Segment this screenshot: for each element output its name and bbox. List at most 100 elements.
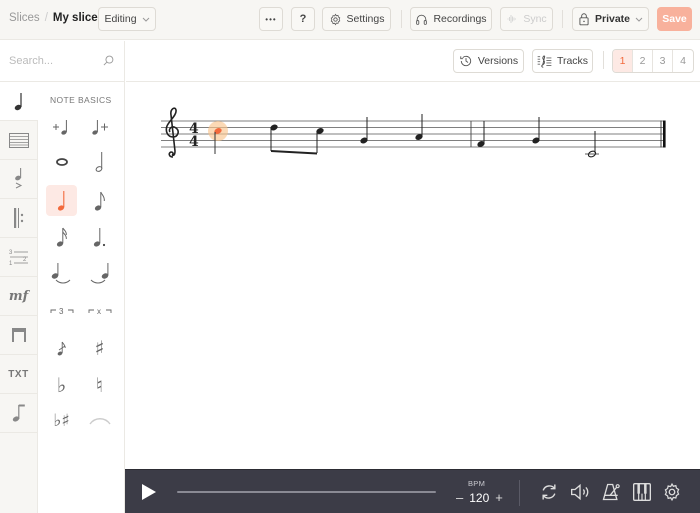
score-staff[interactable]: 4 4 [126,82,700,469]
palette-search[interactable]: Search... [0,41,125,82]
natural-icon: ♮ [95,372,104,397]
top-bar: Slices / My slice Editing ••• ? Settings… [0,0,700,40]
category-repeats[interactable] [0,199,37,238]
svg-text:3: 3 [9,250,13,256]
versions-button[interactable]: Versions [453,49,524,73]
palette-whole-note[interactable] [46,146,77,177]
flag-note-icon [12,404,25,422]
page-2-button[interactable]: 2 [633,50,653,72]
time-signature-icon: 3 2 1 [9,250,28,266]
piano-keyboard-icon[interactable] [632,482,652,502]
palette-eighth-note[interactable] [84,185,115,216]
palette-tuplet[interactable]: x [84,295,115,326]
bpm-increase-button[interactable]: + [495,490,503,505]
recordings-button[interactable]: Recordings [410,7,492,31]
staff-lines [161,120,665,148]
palette-tie-left[interactable] [46,257,77,288]
privacy-label: Private [594,13,631,25]
category-dynamics[interactable]: mf [0,277,37,316]
search-icon [103,55,114,66]
palette-sixteenth-note[interactable] [46,221,77,252]
loop-icon[interactable] [539,482,559,502]
category-text[interactable]: TXT [0,355,37,394]
breadcrumb-slices-link[interactable]: Slices [9,12,40,24]
lock-icon [579,13,589,26]
category-staff[interactable] [0,121,37,160]
triplet-icon: 3 [50,307,73,316]
palette-flat-sharp[interactable]: ♭♯ [46,405,77,436]
settings-label: Settings [346,13,385,25]
svg-text:4: 4 [189,134,199,150]
palette-grace-note[interactable] [46,332,77,363]
playback-bar: BPM – 120 + [125,469,700,513]
page-1-button[interactable]: 1 [613,50,633,72]
gear-icon [330,13,340,25]
palette-insert-note-after[interactable] [84,111,115,142]
page-3-button[interactable]: 3 [653,50,673,72]
quarter-note-icon [57,190,64,211]
page-4-button[interactable]: 4 [673,50,693,72]
note-f4-quarter[interactable] [476,121,485,148]
note-c4-half[interactable] [585,131,599,158]
category-endings[interactable] [0,316,37,355]
staff-lines-icon [8,132,29,148]
palette-quarter-note[interactable] [46,185,77,216]
bpm-label: BPM [468,479,486,488]
triplet-label: 3 [59,307,64,316]
slice-title[interactable]: My slice [53,12,98,24]
sharp-icon: ♯ [94,335,105,360]
save-button[interactable]: Save [657,7,692,31]
palette-slur[interactable] [84,405,115,436]
chevron-down-icon [635,17,643,22]
sixteenth-note-icon [56,227,67,247]
settings-button[interactable]: Settings [322,7,391,31]
playback-progress-bar[interactable] [177,491,436,493]
palette-title: NOTE BASICS [50,95,112,105]
category-grace[interactable] [0,394,37,433]
add-note-after-icon [91,119,108,135]
metronome-icon[interactable] [601,482,621,502]
palette-sharp[interactable]: ♯ [84,332,115,363]
palette-flat[interactable]: ♭ [46,369,77,400]
gear-icon[interactable] [662,482,682,502]
grace-note-icon [57,341,66,355]
flat-icon: ♭ [56,372,67,397]
tracks-button[interactable]: Tracks [532,49,593,73]
eighth-note-icon [94,191,105,211]
play-icon[interactable] [141,483,157,501]
history-icon [460,55,471,67]
svg-text:1: 1 [9,261,13,266]
volume-icon[interactable] [569,482,591,502]
palette-dotted-note[interactable] [84,221,115,252]
repeat-sign-icon [13,208,23,228]
palette-natural[interactable]: ♮ [84,369,115,400]
category-articulations[interactable] [0,160,37,199]
category-notes[interactable] [0,82,38,121]
breadcrumb: Slices / My slice [9,12,98,24]
note-palette: NOTE BASICS 3 x ♯ ♭ ♮ ♭♯ [38,82,125,513]
palette-triplet[interactable]: 3 [46,295,77,326]
help-button[interactable]: ? [291,7,315,31]
search-input[interactable]: Search... [9,55,53,67]
note-c5-eighth[interactable] [315,127,324,153]
score-canvas[interactable]: 4 4 [126,82,700,469]
breadcrumb-separator: / [44,12,48,24]
privacy-dropdown[interactable]: Private [572,7,649,31]
mode-dropdown[interactable]: Editing [98,7,156,31]
half-note-icon [95,151,102,172]
bpm-stepper: – 120 + [456,490,503,505]
whole-note-icon [55,157,68,166]
palette-tie-right[interactable] [84,257,115,288]
bpm-decrease-button[interactable]: – [456,490,463,505]
page-selector: 1 2 3 4 [612,49,694,73]
more-button[interactable]: ••• [259,7,283,31]
tracks-label: Tracks [556,55,589,67]
waveform-icon [507,15,517,23]
palette-half-note[interactable] [84,146,115,177]
sync-button[interactable]: Sync [500,7,553,31]
category-measures[interactable]: 3 2 1 [0,238,37,277]
bpm-value[interactable]: 120 [469,491,489,505]
palette-insert-note-before[interactable] [46,111,77,142]
quarter-note-icon [14,93,22,111]
flat-sharp-icon: ♭♯ [53,410,70,431]
